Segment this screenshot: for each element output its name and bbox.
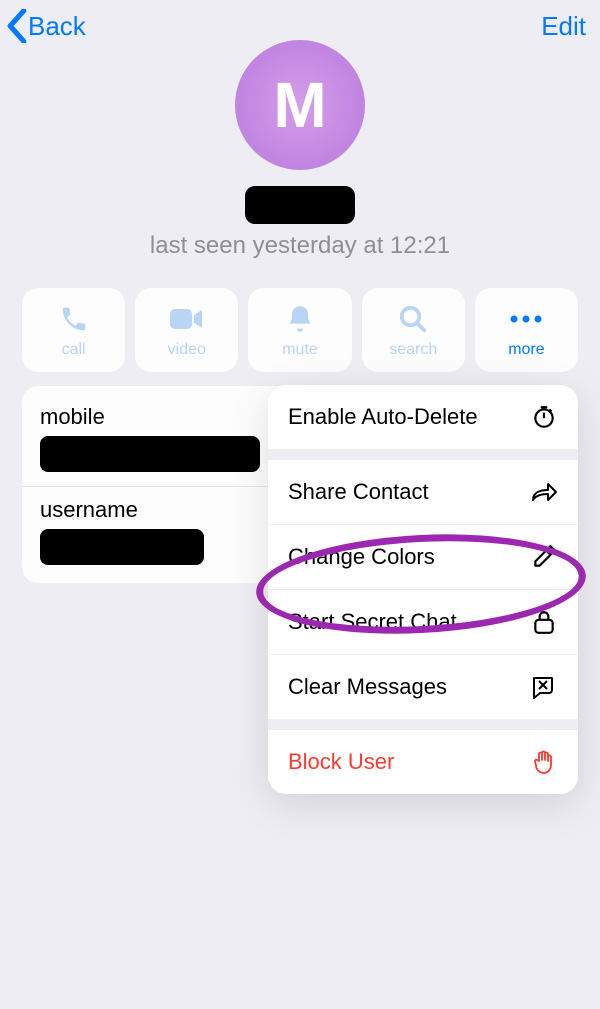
more-button[interactable]: more <box>475 288 578 372</box>
lock-icon <box>530 608 558 636</box>
menu-secret-label: Start Secret Chat <box>288 609 457 635</box>
menu-change-colors[interactable]: Change Colors <box>268 525 578 590</box>
call-button[interactable]: call <box>22 288 125 372</box>
menu-block-label: Block User <box>288 749 394 775</box>
menu-share-contact[interactable]: Share Contact <box>268 460 578 525</box>
menu-colors-label: Change Colors <box>288 544 435 570</box>
more-menu: Enable Auto-Delete Share Contact Change … <box>268 385 578 794</box>
video-icon <box>170 301 204 337</box>
timer-icon <box>530 403 558 431</box>
edit-label: Edit <box>541 11 586 41</box>
menu-clear-messages[interactable]: Clear Messages <box>268 655 578 720</box>
edit-button[interactable]: Edit <box>541 11 586 42</box>
more-icon <box>508 301 544 337</box>
bell-icon <box>286 301 314 337</box>
avatar-initial: M <box>273 68 326 142</box>
back-button[interactable]: Back <box>6 9 86 43</box>
menu-enable-auto-delete[interactable]: Enable Auto-Delete <box>268 385 578 450</box>
mute-button[interactable]: mute <box>248 288 351 372</box>
brush-icon <box>530 543 558 571</box>
contact-name-redacted <box>245 186 355 224</box>
last-seen-status: last seen yesterday at 12:21 <box>0 232 600 260</box>
menu-clear-label: Clear Messages <box>288 674 447 700</box>
call-label: call <box>62 341 86 359</box>
mobile-value-redacted <box>40 436 260 472</box>
search-button[interactable]: search <box>362 288 465 372</box>
more-label: more <box>508 341 544 359</box>
menu-share-label: Share Contact <box>288 479 429 505</box>
action-row: call video mute search more <box>0 260 600 386</box>
menu-separator <box>268 720 578 730</box>
clear-chat-icon <box>530 673 558 701</box>
avatar[interactable]: M <box>235 40 365 170</box>
video-button[interactable]: video <box>135 288 238 372</box>
chevron-left-icon <box>6 9 28 43</box>
video-label: video <box>168 341 206 359</box>
search-label: search <box>389 341 437 359</box>
menu-block-user[interactable]: Block User <box>268 730 578 794</box>
search-icon <box>398 301 428 337</box>
menu-auto-delete-label: Enable Auto-Delete <box>288 404 478 430</box>
hand-icon <box>530 748 558 776</box>
back-label: Back <box>28 11 86 42</box>
menu-separator <box>268 450 578 460</box>
phone-icon <box>59 301 89 337</box>
mute-label: mute <box>282 341 318 359</box>
username-value-redacted <box>40 529 204 565</box>
menu-start-secret-chat[interactable]: Start Secret Chat <box>268 590 578 655</box>
share-icon <box>530 478 558 506</box>
